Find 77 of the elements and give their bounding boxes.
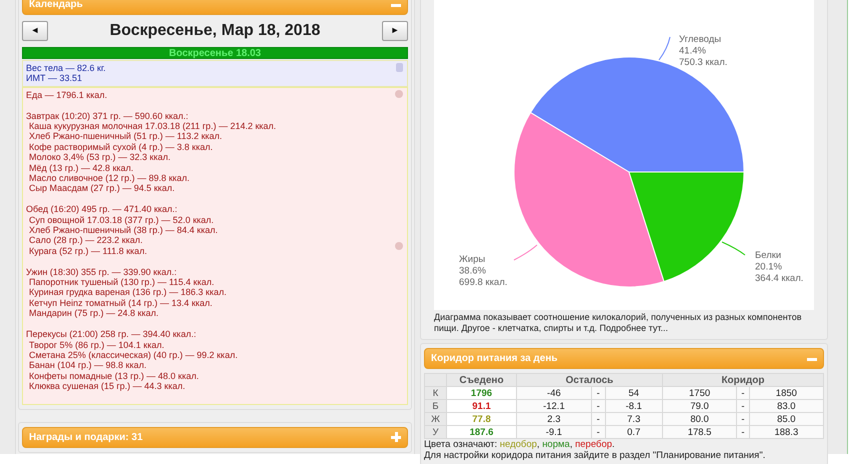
table-cell: -8.1 [605, 400, 662, 412]
row-label: Б [424, 400, 446, 412]
table-cell: 1850 [749, 386, 824, 400]
food-item: Куриная грудка вареная (136 гр.) — 186.3 ккал. [28, 287, 228, 298]
date-title: Воскресенье, Мар 18, 2018 [110, 21, 320, 41]
food-item: Кетчуп Heinz томатный (14 гр.) — 13.4 ккал. [28, 298, 214, 308]
previous-day-button[interactable]: ◄ [22, 21, 48, 41]
slice-label: Белки [755, 250, 782, 261]
calendar-header[interactable]: Календарь [22, 0, 408, 15]
food-item: Курага (52 гр.) — 111.8 ккал. [28, 246, 148, 256]
food-item: Сало (28 гр.) — 223.2 ккал. [28, 235, 144, 246]
awards-header[interactable]: Награды и подарки: 31 [22, 426, 408, 448]
day-bar: Воскресенье 18.03 [22, 47, 408, 59]
slice-label: Углеводы [679, 34, 722, 45]
food-item: Банан (104 гр.) — 98.8 ккал. [28, 360, 148, 371]
meal-title: Завтрак (10:20) 371 гр. — 590.60 ккал.: [26, 110, 190, 122]
food-item: Конфеты помадные (13 гр.) — 48.0 ккал. [28, 370, 200, 382]
stat-line: Вес тела — 82.6 кг. [26, 63, 106, 74]
food-item: Клюква сушеная (15 гр.) — 44.3 ккал. [28, 381, 186, 392]
food-item: Кофе растворимый сухой (4 гр.) — 3.8 ккал. [28, 142, 214, 152]
corridor-header[interactable]: Коридор питания за день [424, 348, 824, 369]
table-cell: 0.7 [605, 426, 662, 438]
eaten-cell: 77.8 [446, 412, 516, 426]
meal-title: Ужин (18:30) 355 гр. — 339.90 ккал.: [26, 266, 178, 278]
slice-label: 750.3 ккал. [679, 57, 728, 68]
table-cell: 1750 [662, 386, 737, 400]
table-cell: 188.3 [749, 426, 824, 438]
next-day-button[interactable]: ► [382, 21, 408, 41]
table-cell: -46 [516, 386, 592, 400]
column-header: Съедено [446, 374, 516, 386]
meal-title: Перекусы (21:00) 258 гр. — 394.40 ккал.: [26, 329, 198, 340]
leader-line [514, 244, 538, 260]
table-cell: 2.3 [516, 412, 592, 426]
food-item: Хлеб Ржано-пшеничный (38 гр.) — 84.4 ккал. [28, 225, 219, 236]
table-cell: 80.0 [662, 412, 737, 426]
eaten-cell: 187.6 [446, 426, 516, 438]
slice-label: Жиры [459, 254, 486, 265]
table-cell: 178.5 [662, 426, 737, 438]
food-item: Сметана 25% (классическая) (40 гр.) — 99.2 ккал. [28, 350, 239, 360]
color-legend: Цвета означают: недобор, норма, перебор. [424, 439, 824, 450]
food-item: Хлеб Ржано-пшеничный (51 гр.) — 113.2 ккал. [28, 131, 224, 142]
table-cell: 7.3 [605, 412, 662, 426]
slice-label: 38.6% [459, 266, 486, 276]
meal-title: Обед (16:20) 495 гр. — 471.40 ккал.: [26, 204, 178, 215]
food-item: Мёд (13 гр.) — 42.8 ккал. [28, 162, 134, 174]
slice-label: 20.1% [755, 262, 782, 272]
food-item: Суп овощной 17.03.18 (377 гр.) — 52.0 ккал. [28, 214, 215, 226]
food-item: Сыр Маасдам (27 гр.) — 94.5 ккал. [28, 183, 176, 194]
chart-caption: Диаграмма показывает соотношение килокалорий, полученных из разных компонентов пищи. Другое - клетчатка, спирты и т.д. Подробнее тут... [433, 311, 802, 335]
table-cell: 54 [605, 386, 662, 400]
settings-note: Для настройки коридора питания зайдите в раздел "Планирование питания". [424, 450, 766, 461]
slice-label: 699.8 ккал. [459, 277, 508, 288]
table-cell: 79.0 [662, 400, 737, 412]
table-cell: 83.0 [749, 400, 824, 412]
food-item: Папоротник тушеный (130 гр.) — 115.4 ккал. [28, 277, 216, 288]
food-total: Еда — 1796.1 ккал. [26, 90, 108, 100]
food-item: Молоко 3,4% (53 гр.) — 32.3 ккал. [28, 152, 172, 163]
food-item: Творог 5% (86 гр.) — 104.1 ккал. [28, 340, 166, 350]
leader-line [658, 36, 670, 60]
eaten-cell: 1796 [446, 386, 516, 400]
column-header: Осталось [516, 374, 662, 386]
column-header: Коридор [662, 374, 824, 386]
stat-line: ИМТ — 33.51 [26, 73, 83, 84]
eaten-cell: 91.1 [446, 400, 516, 412]
table-cell: 85.0 [749, 412, 824, 426]
slice-label: 41.4% [679, 46, 706, 56]
scale-icon [396, 63, 402, 72]
row-label: Ж [424, 412, 446, 426]
food-item: Масло сливочное (12 гр.) — 89.8 ккал. [28, 173, 191, 184]
row-label: У [424, 426, 446, 438]
slice-label: 364.4 ккал. [755, 273, 804, 284]
row-label: К [424, 386, 446, 400]
table-cell: -12.1 [516, 400, 592, 412]
food-item: Мандарин (75 гр.) — 24.8 ккал. [28, 308, 160, 319]
table-cell: -9.1 [516, 426, 592, 438]
leader-line [722, 242, 746, 256]
food-item: Каша кукурузная молочная 17.03.18 (211 гр.) — 214.2 ккал. [28, 121, 276, 132]
